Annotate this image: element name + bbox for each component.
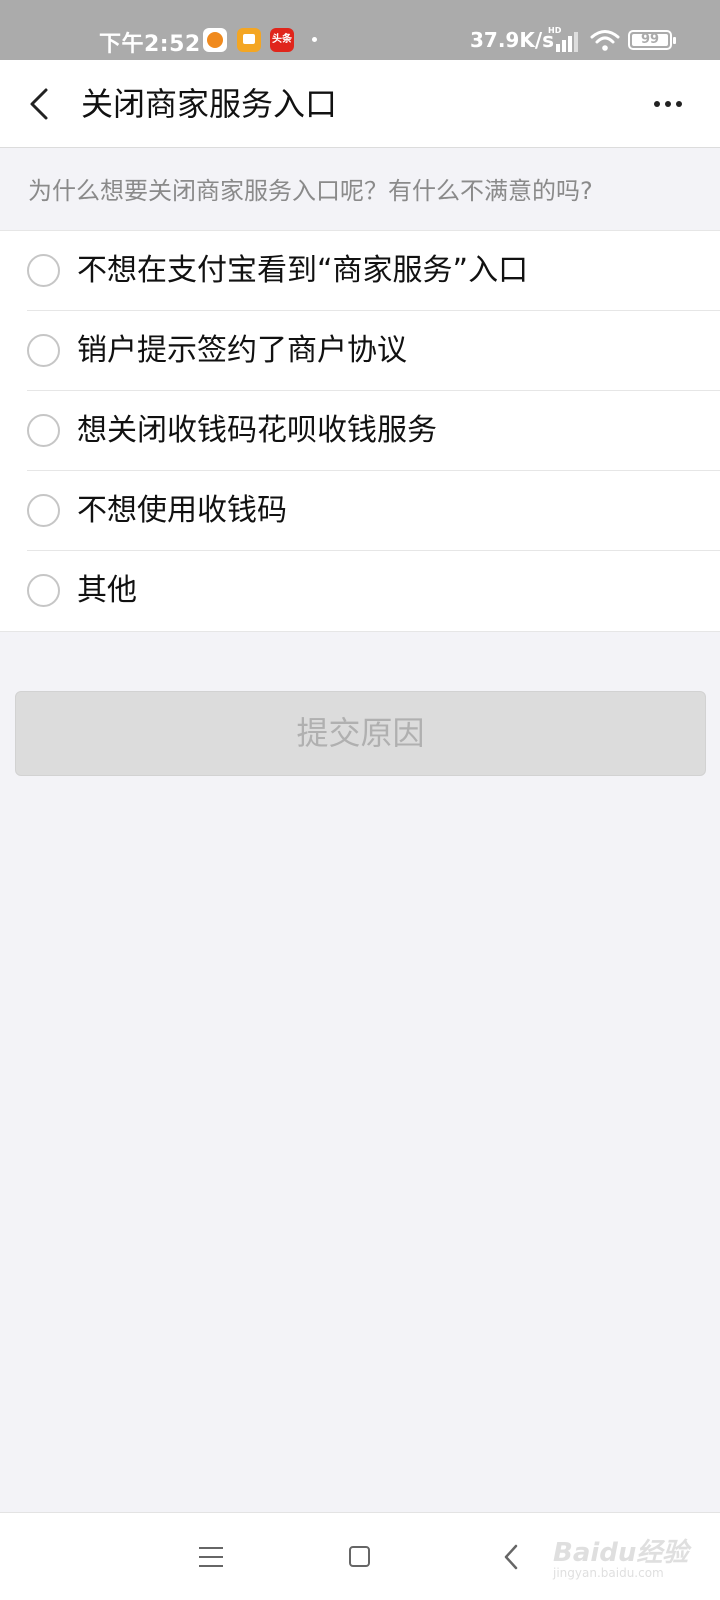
radio-button[interactable] bbox=[27, 494, 60, 527]
recent-apps-icon[interactable] bbox=[199, 1547, 223, 1567]
status-time: 下午2:52 bbox=[99, 32, 201, 57]
reason-option-label: 想关闭收钱码花呗收钱服务 bbox=[77, 413, 437, 448]
reason-option[interactable]: 其他 bbox=[0, 551, 720, 631]
reason-option-label: 销户提示签约了商户协议 bbox=[77, 333, 407, 368]
baidu-jingyan-watermark: Baidu经验 jingyan.baidu.com bbox=[553, 1522, 693, 1582]
toutiao-app-icon: 头条 bbox=[270, 28, 294, 52]
reason-option-label: 不想在支付宝看到“商家服务”入口 bbox=[77, 253, 529, 288]
radio-button[interactable] bbox=[27, 254, 60, 287]
radio-button[interactable] bbox=[27, 414, 60, 447]
watermark-url: jingyan.baidu.com bbox=[553, 1566, 664, 1580]
cellular-signal-icon: HD bbox=[548, 26, 578, 52]
more-options-icon[interactable] bbox=[648, 94, 688, 114]
wifi-icon bbox=[590, 30, 620, 51]
system-back-icon[interactable] bbox=[502, 1543, 520, 1571]
nav-bar: 关闭商家服务入口 bbox=[0, 60, 720, 148]
page-title: 关闭商家服务入口 bbox=[81, 85, 338, 123]
home-icon[interactable] bbox=[349, 1546, 370, 1567]
back-arrow-icon[interactable] bbox=[26, 82, 56, 126]
reason-option[interactable]: 不想在支付宝看到“商家服务”入口 bbox=[0, 231, 720, 311]
watermark-brand: Baidu经验 bbox=[553, 1538, 689, 1568]
submit-reason-button[interactable]: 提交原因 bbox=[15, 691, 706, 776]
battery-icon: 99 bbox=[628, 30, 676, 50]
network-speed: 37.9K/s bbox=[470, 28, 555, 52]
reason-option[interactable]: 想关闭收钱码花呗收钱服务 bbox=[0, 391, 720, 471]
battery-level: 99 bbox=[632, 33, 668, 46]
notification-app-icon bbox=[237, 28, 261, 52]
reason-options-list: 不想在支付宝看到“商家服务”入口 销户提示签约了商户协议 想关闭收钱码花呗收钱服… bbox=[0, 230, 720, 632]
reason-option-label: 其他 bbox=[77, 573, 137, 608]
radio-button[interactable] bbox=[27, 574, 60, 607]
question-prompt: 为什么想要关闭商家服务入口呢？有什么不满意的吗? bbox=[28, 177, 593, 205]
reason-option-label: 不想使用收钱码 bbox=[77, 493, 287, 528]
radio-button[interactable] bbox=[27, 334, 60, 367]
more-notifications-dot bbox=[312, 37, 317, 42]
reason-option[interactable]: 不想使用收钱码 bbox=[0, 471, 720, 551]
notification-app-icon bbox=[203, 28, 227, 52]
status-bar: 下午2:52 头条 37.9K/s HD 99 bbox=[0, 0, 720, 60]
reason-option[interactable]: 销户提示签约了商户协议 bbox=[0, 311, 720, 391]
